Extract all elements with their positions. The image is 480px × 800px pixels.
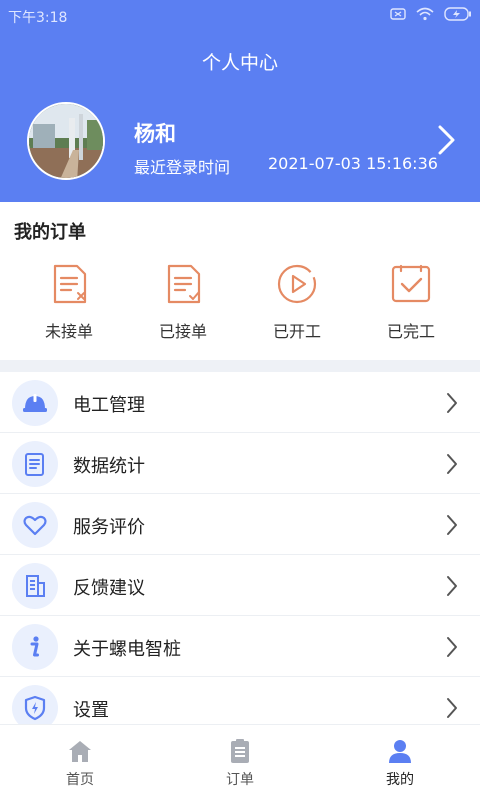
- sim-icon: [390, 8, 406, 20]
- clipboard-icon: [231, 739, 249, 763]
- order-status-bar: 未接单 已接单 已开工 已完工: [0, 262, 480, 352]
- home-icon: [69, 741, 91, 762]
- chevron-right-icon: [447, 393, 457, 413]
- order-item-started-label: 已开工: [272, 322, 321, 341]
- menu-item-label: 数据统计: [73, 456, 145, 477]
- menu-item-service-rating[interactable]: 服务评价: [0, 494, 480, 555]
- order-item-pending-label: 未接单: [44, 322, 93, 341]
- orders-section-title: 我的订单: [14, 222, 86, 243]
- menu-list: 电工管理 数据统计 服务评价 反馈建议 关于螺电智桩 设置: [0, 372, 480, 738]
- tab-orders-label: 订单: [226, 772, 254, 788]
- profile-header: 下午3:18 个人中心 杨和 最近登录时间 2021-07-03 15:16:3…: [0, 0, 480, 202]
- wifi-icon: [416, 7, 434, 21]
- order-item-completed-label: 已完工: [386, 322, 435, 341]
- order-item-pending[interactable]: 未接单: [14, 262, 124, 342]
- menu-item-electrician-management[interactable]: 电工管理: [0, 372, 480, 433]
- menu-item-label: 电工管理: [73, 395, 145, 416]
- section-divider: [0, 360, 480, 372]
- last-login-time: 2021-07-03 15:16:36: [268, 154, 438, 173]
- chevron-right-icon: [447, 454, 457, 474]
- check-square-icon: [391, 264, 431, 303]
- last-login-label: 最近登录时间: [134, 158, 231, 177]
- chevron-right-icon: [447, 515, 457, 535]
- bottom-navigation: 首页 订单 我的: [0, 724, 480, 800]
- menu-item-label: 设置: [73, 700, 109, 721]
- menu-item-label: 反馈建议: [73, 578, 145, 599]
- play-circle-icon: [277, 264, 317, 304]
- order-item-accepted[interactable]: 已接单: [128, 262, 238, 342]
- order-item-accepted-label: 已接单: [158, 322, 207, 341]
- status-bar: 下午3:18: [0, 0, 480, 30]
- menu-item-label: 关于螺电智桩: [73, 639, 181, 660]
- menu-item-feedback[interactable]: 反馈建议: [0, 555, 480, 616]
- avatar[interactable]: [27, 102, 105, 180]
- status-icons: [390, 7, 472, 21]
- info-icon: [30, 636, 39, 657]
- menu-item-about[interactable]: 关于螺电智桩: [0, 616, 480, 677]
- chevron-right-icon: [447, 698, 457, 718]
- page-title: 个人中心: [201, 52, 278, 74]
- document-icon: [25, 453, 44, 476]
- order-pending-icon: [53, 264, 87, 304]
- tab-orders[interactable]: 订单: [160, 725, 320, 800]
- chevron-right-icon: [447, 637, 457, 657]
- tab-me-label: 我的: [386, 772, 414, 788]
- order-accepted-icon: [167, 264, 201, 304]
- shield-bolt-icon: [24, 695, 46, 721]
- order-item-started[interactable]: 已开工: [242, 262, 352, 342]
- profile-page: 下午3:18 个人中心 杨和 最近登录时间 2021-07-03 15:16:3…: [0, 0, 480, 800]
- tab-home[interactable]: 首页: [0, 725, 160, 800]
- helmet-icon: [23, 394, 47, 412]
- building-icon: [26, 575, 45, 597]
- order-item-completed[interactable]: 已完工: [356, 262, 466, 342]
- menu-item-label: 服务评价: [73, 517, 145, 538]
- tab-home-label: 首页: [66, 772, 94, 788]
- user-icon: [389, 740, 411, 763]
- battery-icon: [444, 7, 471, 21]
- status-time: 下午3:18: [8, 10, 68, 26]
- menu-item-data-statistics[interactable]: 数据统计: [0, 433, 480, 494]
- username: 杨和: [134, 122, 176, 146]
- profile-chevron-right-icon[interactable]: [434, 124, 458, 156]
- chevron-right-icon: [447, 576, 457, 596]
- tab-me[interactable]: 我的: [320, 725, 480, 800]
- heart-icon: [23, 515, 47, 536]
